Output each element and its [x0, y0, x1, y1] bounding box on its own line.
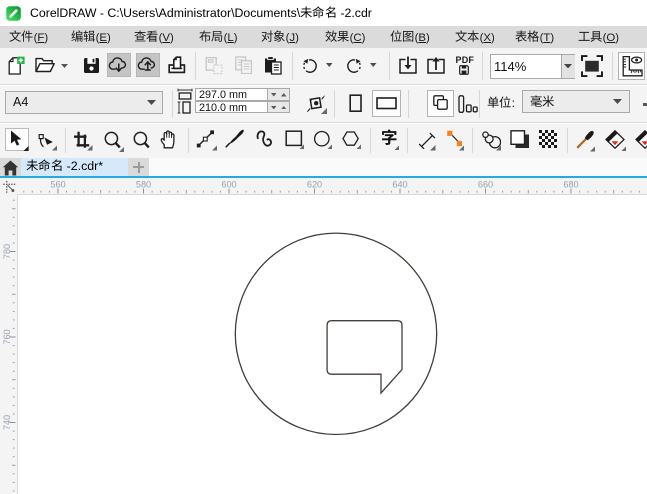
svg-text:580: 580 [136, 180, 151, 190]
svg-text:620: 620 [307, 180, 322, 190]
svg-text:780: 780 [2, 243, 12, 258]
svg-text:600: 600 [221, 180, 236, 190]
svg-text:740: 740 [2, 414, 12, 429]
svg-text:640: 640 [392, 180, 407, 190]
svg-text:760: 760 [2, 329, 12, 344]
svg-text:680: 680 [563, 180, 578, 190]
svg-text:660: 660 [478, 180, 493, 190]
svg-text:560: 560 [50, 180, 65, 190]
